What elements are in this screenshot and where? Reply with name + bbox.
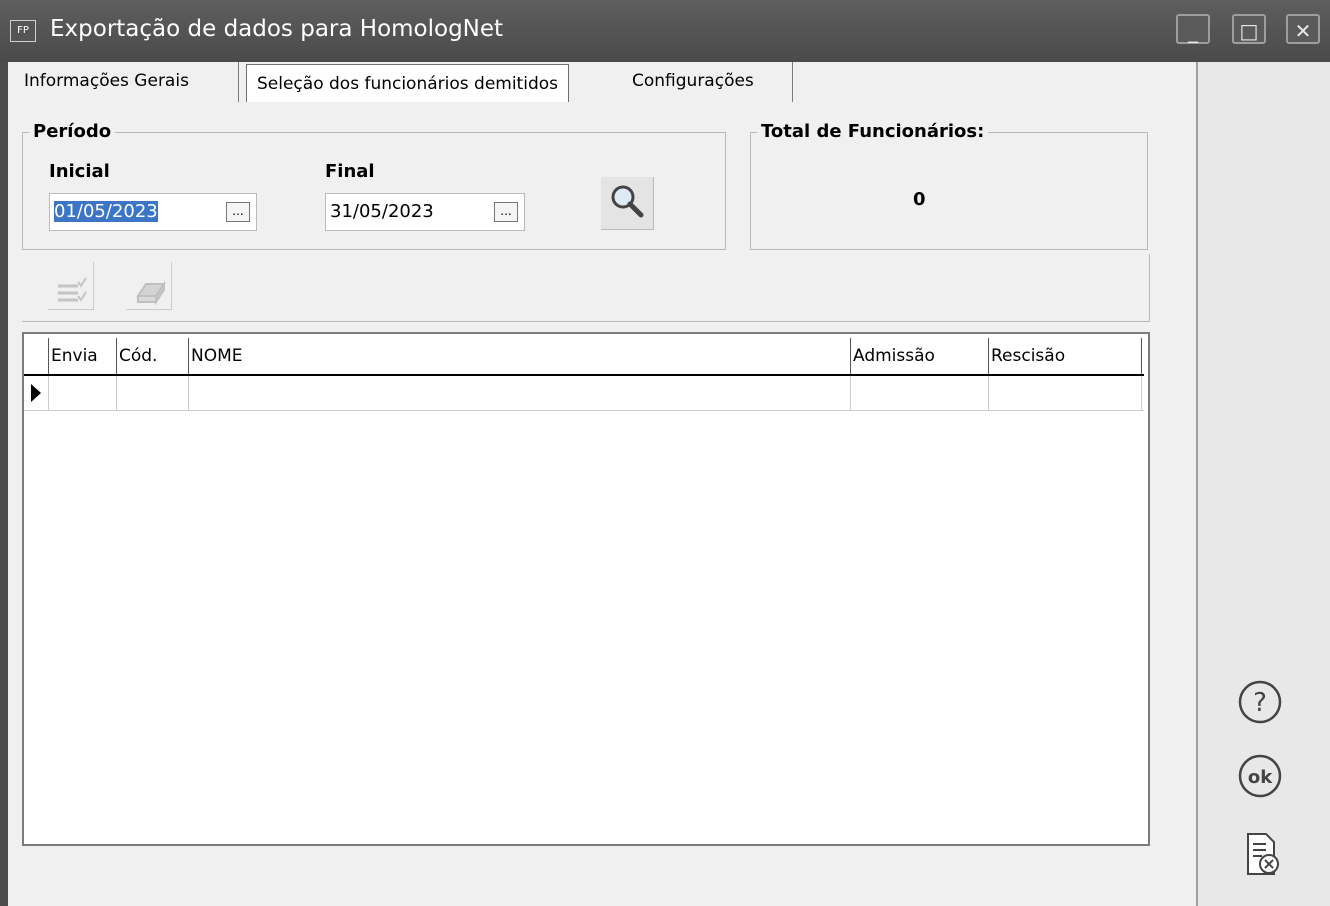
data-inicial-field[interactable]: 01/05/2023 ... [49,193,257,231]
toolbar [22,254,1150,322]
cell-nome[interactable] [188,376,850,410]
window-left-border [0,62,8,906]
cell-codigo[interactable] [116,376,188,410]
check-list-icon [58,277,87,302]
header-admissao[interactable]: Admissão [850,338,988,374]
tab-page: Período Inicial Final 01/05/2023 ... 31/… [8,102,1196,906]
header-indicator [24,338,48,374]
data-inicial-value: 01/05/2023 [54,201,158,222]
window-title: Exportação de dados para HomologNet [50,16,504,42]
select-all-button[interactable] [48,262,94,310]
minimize-button[interactable]: _ [1176,14,1210,44]
total-funcionarios-group: Total de Funcionários: 0 [750,121,1148,250]
tab-configuracoes[interactable]: Configurações [622,62,764,100]
funcionarios-grid[interactable]: Envia Cód. NOME Admissão Rescisão [22,332,1150,846]
total-value: 0 [913,189,926,210]
periodo-group: Período Inicial Final 01/05/2023 ... 31/… [22,121,726,250]
data-final-field[interactable]: 31/05/2023 ... [325,193,525,231]
header-codigo[interactable]: Cód. [116,338,188,374]
clear-selection-button[interactable] [126,262,172,310]
help-icon: ? [1238,680,1282,724]
svg-text:?: ? [1253,688,1267,718]
eraser-icon [136,280,166,306]
inicial-label: Inicial [49,161,110,182]
data-final-value: 31/05/2023 [330,201,434,222]
header-envia[interactable]: Envia [48,338,116,374]
cell-envia[interactable] [48,376,116,410]
total-legend: Total de Funcionários: [757,121,989,142]
cancel-document-icon [1247,833,1279,875]
table-row[interactable] [24,376,1144,411]
maximize-button[interactable]: □ [1232,14,1266,44]
header-nome[interactable]: NOME [188,338,850,374]
app-icon: FP [10,20,36,42]
minimize-icon: _ [1188,19,1198,43]
tab-selecao-funcionarios[interactable]: Seleção dos funcionários demitidos [246,64,569,104]
tab-separator [238,62,239,102]
final-label: Final [325,161,375,182]
title-bar[interactable]: FP Exportação de dados para HomologNet _… [0,0,1330,62]
periodo-legend: Período [29,121,116,142]
header-rescisao[interactable]: Rescisão [988,338,1142,374]
cancel-button[interactable] [1236,830,1284,878]
ok-button[interactable]: ok [1236,752,1284,800]
maximize-icon: □ [1239,19,1259,43]
data-final-picker-button[interactable]: ... [494,202,518,222]
row-indicator [24,376,48,410]
tab-strip: Informações Gerais Seleção dos funcionár… [8,62,1196,104]
ok-icon: ok [1238,754,1282,798]
cell-admissao[interactable] [850,376,988,410]
row-pointer-icon [31,384,41,402]
search-button[interactable] [601,177,654,230]
close-button[interactable]: ✕ [1286,14,1320,44]
close-icon: ✕ [1294,19,1312,43]
tab-informacoes-gerais[interactable]: Informações Gerais [14,62,199,100]
help-button[interactable]: ? [1236,678,1284,726]
data-inicial-picker-button[interactable]: ... [226,202,250,222]
svg-text:ok: ok [1248,767,1273,788]
action-panel: ? ok [1196,62,1330,906]
tab-separator [792,62,793,102]
export-window: FP Exportação de dados para HomologNet _… [0,0,1330,906]
magnifier-icon [611,185,644,218]
grid-header: Envia Cód. NOME Admissão Rescisão [24,338,1144,376]
cell-rescisao[interactable] [988,376,1142,410]
